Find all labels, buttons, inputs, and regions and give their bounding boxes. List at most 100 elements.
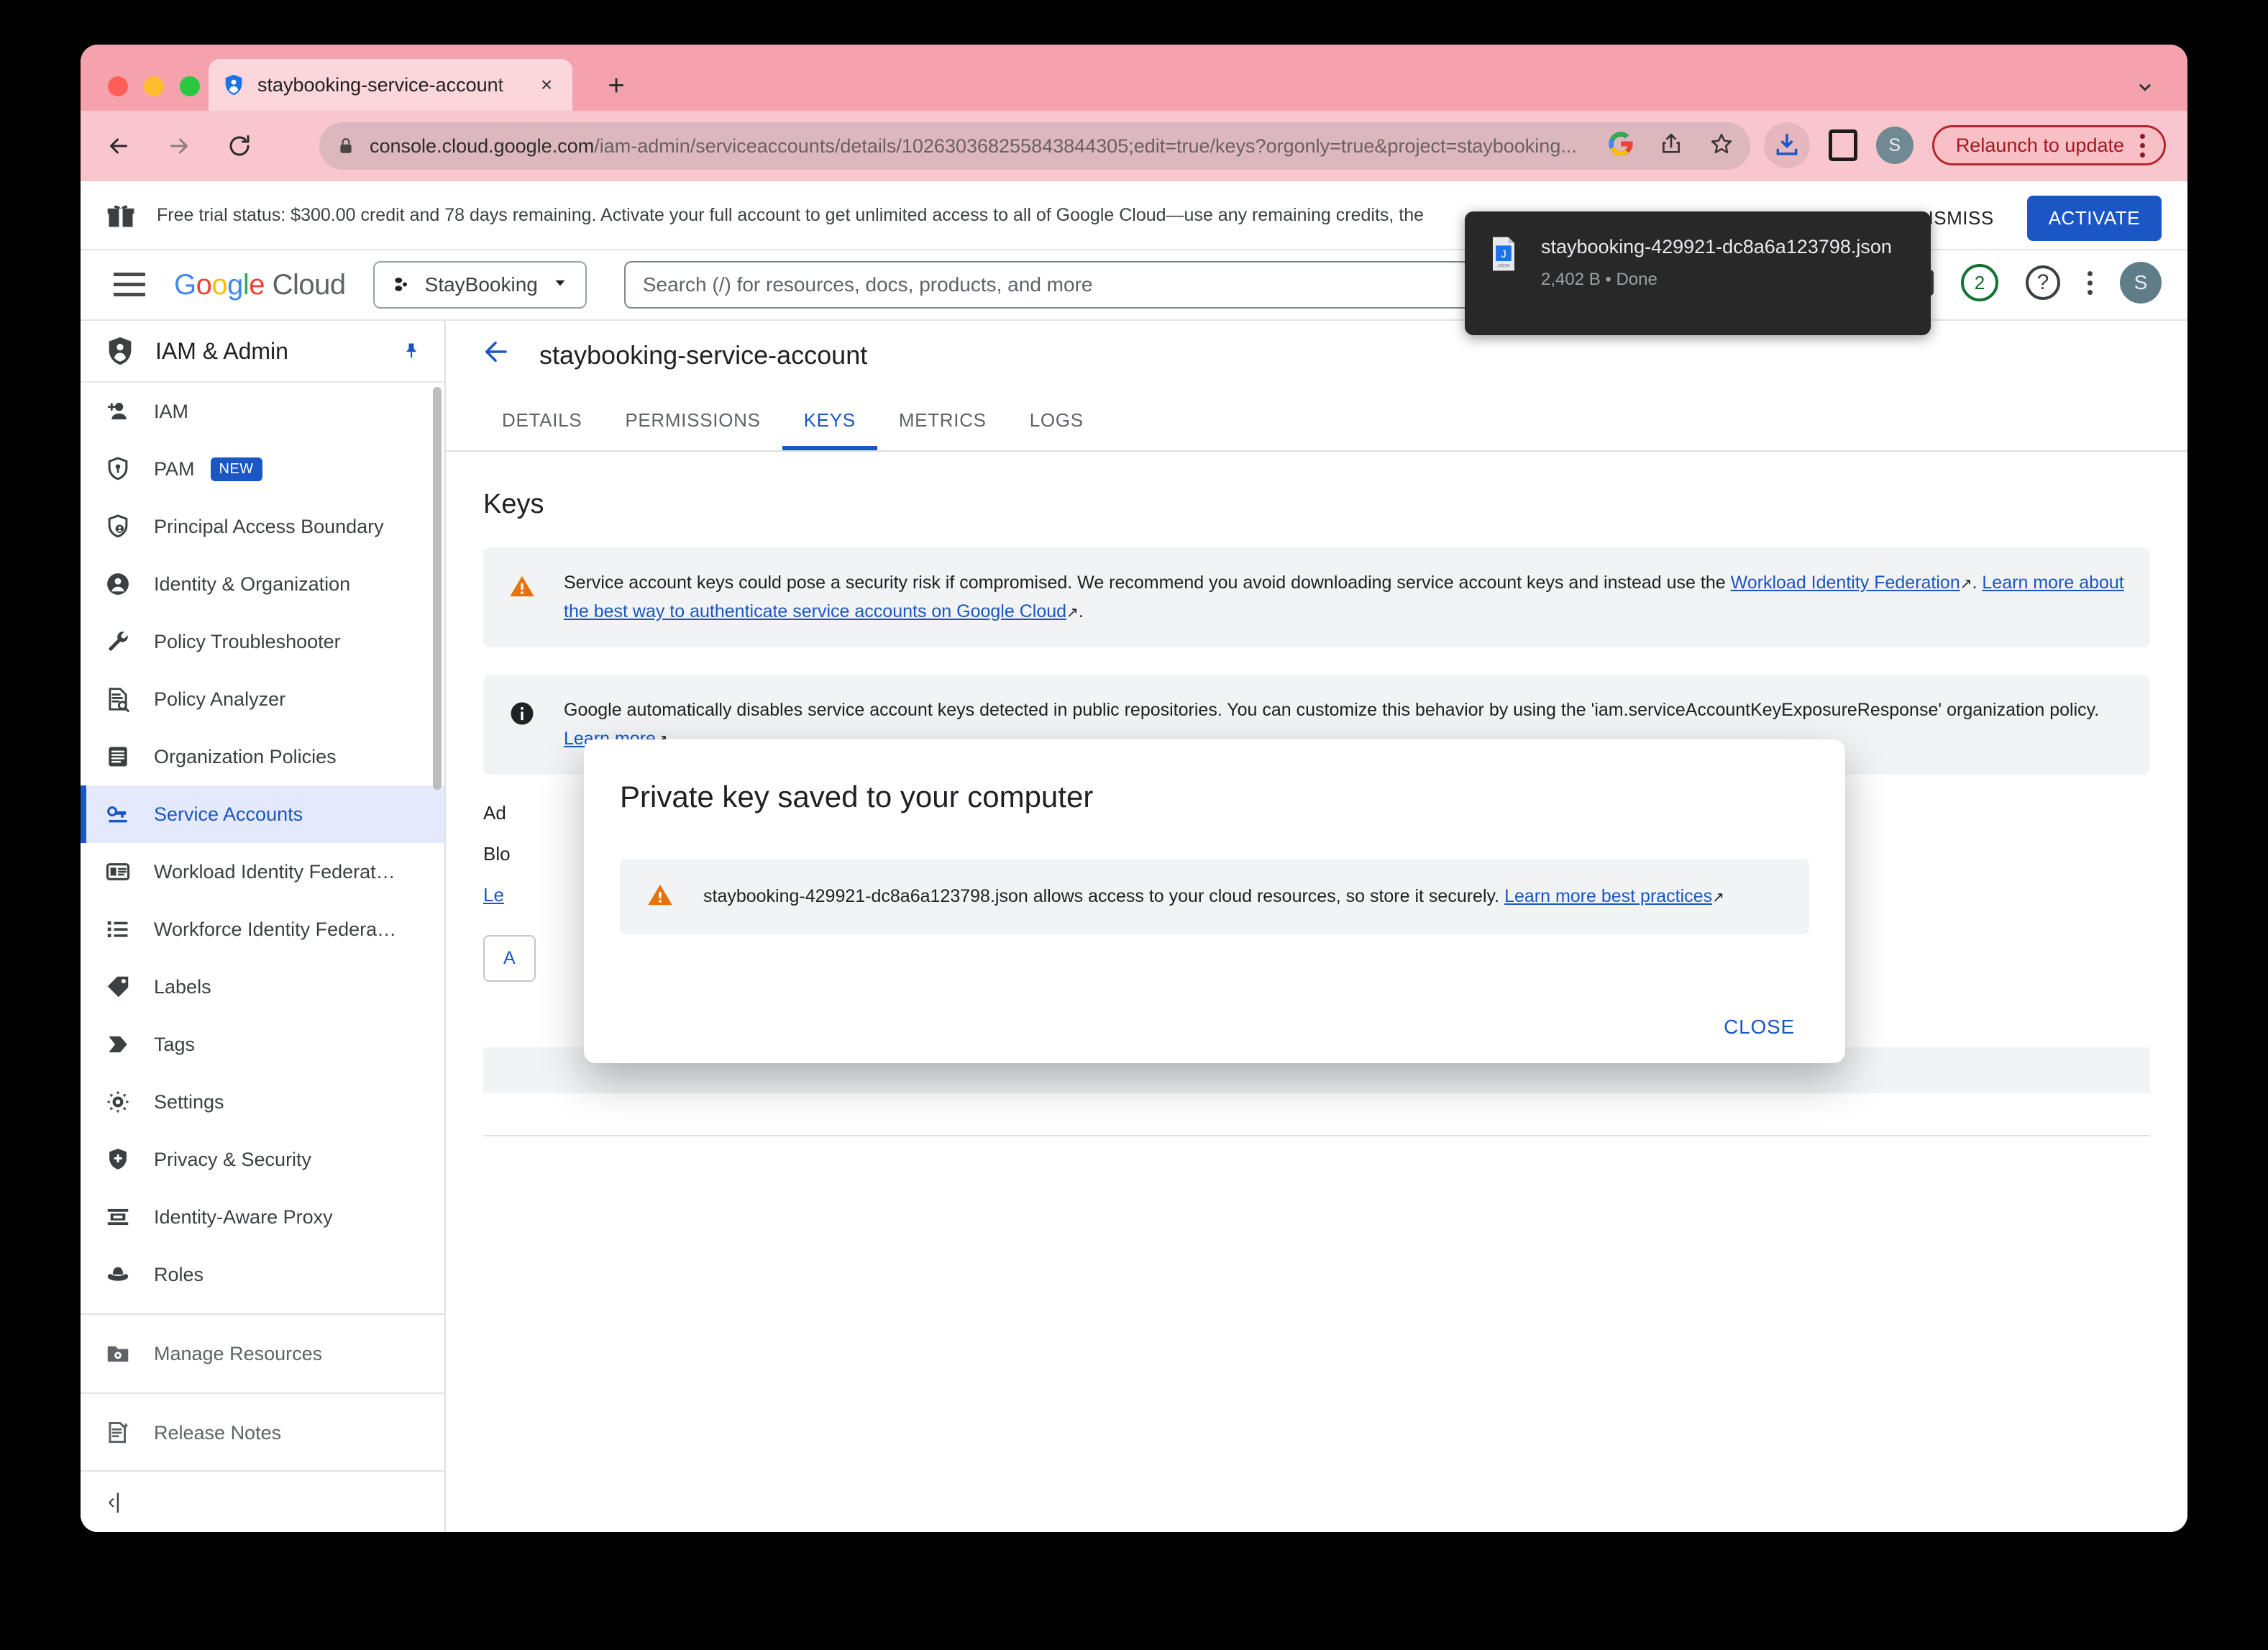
- reload-button[interactable]: [217, 124, 262, 168]
- sidebar-item-label: Organization Policies: [154, 745, 337, 767]
- shield-plus-icon: [104, 1145, 132, 1174]
- window-traffic-lights: [108, 76, 200, 96]
- tab-label: PERMISSIONS: [625, 409, 761, 431]
- back-button[interactable]: [96, 124, 141, 168]
- close-button[interactable]: CLOSE: [1709, 1004, 1809, 1049]
- collapse-sidebar-icon[interactable]: ‹|: [108, 1490, 121, 1514]
- tab-details[interactable]: DETAILS: [480, 390, 603, 450]
- sidebar-item-label: Privacy & Security: [154, 1148, 312, 1170]
- sidebar-item-service-accounts[interactable]: Service Accounts: [81, 785, 444, 843]
- activate-button[interactable]: ACTIVATE: [2026, 196, 2162, 241]
- sidebar-item-policy-troubleshooter[interactable]: Policy Troubleshooter: [81, 613, 444, 670]
- keys-heading: Keys: [483, 489, 544, 519]
- sidebar-item-manage-resources[interactable]: Manage Resources: [81, 1325, 444, 1382]
- gear-icon: [104, 1088, 132, 1116]
- address-bar-actions: [1605, 128, 1737, 160]
- sidebar-item-label: Roles: [154, 1263, 204, 1285]
- sidebar-scrollbar[interactable]: [433, 387, 442, 790]
- learn-more-best-practices-link[interactable]: Learn more best practices: [1504, 886, 1712, 906]
- browser-tab-strip: staybooking-service-account × +: [81, 45, 2187, 111]
- sidebar-item-tags[interactable]: Tags: [81, 1016, 444, 1073]
- share-icon[interactable]: [1655, 128, 1687, 160]
- close-window-button[interactable]: [108, 76, 128, 96]
- sidebar-item-identity-aware-proxy[interactable]: Identity-Aware Proxy: [81, 1188, 444, 1246]
- folder-gear-icon: [104, 1339, 132, 1368]
- back-arrow-icon[interactable]: [480, 337, 511, 374]
- warn-text-before: Service account keys could pose a securi…: [564, 573, 1731, 593]
- chevron-down-icon: [551, 273, 570, 297]
- help-icon[interactable]: ?: [2026, 265, 2060, 300]
- warn-text-middle: .: [1972, 573, 1983, 593]
- forward-button[interactable]: [157, 124, 201, 168]
- address-bar[interactable]: console.cloud.google.com/iam-admin/servi…: [319, 122, 1750, 170]
- release-notes-icon: [104, 1418, 132, 1447]
- search-placeholder: Search (/) for resources, docs, products…: [642, 273, 1093, 296]
- dialog-warning-before: staybooking-429921-dc8a6a123798.json all…: [703, 886, 1505, 906]
- more-options-icon[interactable]: [2088, 270, 2093, 295]
- sidebar-item-workforce-identity-federa[interactable]: Workforce Identity Federa…: [81, 901, 444, 958]
- dialog-warning-box: staybooking-429921-dc8a6a123798.json all…: [620, 859, 1809, 934]
- workload-identity-federation-link[interactable]: Workload Identity Federation: [1731, 573, 1960, 593]
- page-title: staybooking-service-account: [539, 340, 868, 370]
- sidebar-item-labels[interactable]: Labels: [81, 958, 444, 1016]
- google-cloud-header-actions: 2 ? S: [1903, 262, 2162, 304]
- tab-logs[interactable]: LOGS: [1008, 390, 1105, 450]
- notifications-badge[interactable]: 2: [1961, 264, 1998, 301]
- sidebar-item-iam[interactable]: IAM: [81, 383, 444, 440]
- relaunch-to-update-button[interactable]: Relaunch to update: [1931, 125, 2166, 165]
- sidebar-item-privacy-security[interactable]: Privacy & Security: [81, 1131, 444, 1188]
- sidebar-item-label: Tags: [154, 1033, 196, 1055]
- download-filename[interactable]: staybooking-429921-dc8a6a123798.json: [1541, 233, 1892, 261]
- add-key-button[interactable]: A: [483, 935, 536, 982]
- tab-permissions[interactable]: PERMISSIONS: [603, 390, 782, 450]
- tab-label: DETAILS: [502, 409, 582, 431]
- download-meta: 2,402 B • Done: [1541, 270, 1657, 290]
- sidebar-item-identity-organization[interactable]: Identity & Organization: [81, 555, 444, 613]
- close-tab-button[interactable]: ×: [534, 72, 559, 98]
- google-lens-icon[interactable]: [1605, 128, 1637, 160]
- sidebar-item-settings[interactable]: Settings: [81, 1073, 444, 1131]
- maximize-window-button[interactable]: [180, 76, 200, 96]
- browser-window: staybooking-service-account × + console.…: [81, 45, 2187, 1532]
- account-avatar[interactable]: S: [2120, 262, 2162, 304]
- tab-keys[interactable]: KEYS: [782, 390, 877, 450]
- content-tabs: DETAILS PERMISSIONS KEYS METRICS LOGS: [446, 390, 2187, 452]
- downloads-button[interactable]: [1763, 122, 1810, 168]
- project-name: StayBooking: [424, 273, 538, 296]
- chevron-down-icon[interactable]: [2134, 76, 2156, 104]
- sidebar-header: IAM & Admin: [81, 321, 444, 383]
- sidebar-item-pam[interactable]: PAM NEW: [81, 440, 444, 498]
- dialog-title: Private key saved to your computer: [620, 780, 1094, 813]
- new-tab-button[interactable]: +: [600, 69, 633, 102]
- tags-icon: [104, 1030, 132, 1059]
- security-warning-text: Service account keys could pose a securi…: [564, 569, 2126, 626]
- iam-shield-icon: [104, 334, 137, 368]
- tag-icon: [104, 972, 132, 1001]
- browser-profile-avatar[interactable]: S: [1875, 127, 1913, 164]
- sidebar-item-release-notes[interactable]: Release Notes: [81, 1404, 444, 1462]
- project-picker[interactable]: StayBooking: [372, 261, 587, 309]
- hamburger-menu-icon[interactable]: [114, 273, 145, 297]
- browser-toolbar: console.cloud.google.com/iam-admin/servi…: [81, 111, 2187, 181]
- chrome-menu-icon[interactable]: [2140, 133, 2145, 158]
- sidebar-item-principal-access-boundary[interactable]: Principal Access Boundary: [81, 498, 444, 555]
- sidebar-item-label: Service Accounts: [154, 803, 303, 825]
- relaunch-label: Relaunch to update: [1955, 134, 2124, 156]
- tab-metrics[interactable]: METRICS: [877, 390, 1008, 450]
- sidebar-item-roles[interactable]: Roles: [81, 1246, 444, 1303]
- browser-tab[interactable]: staybooking-service-account ×: [209, 59, 572, 111]
- bookmark-star-icon[interactable]: [1706, 128, 1737, 160]
- google-cloud-logo[interactable]: Google Cloud: [174, 269, 346, 301]
- minimize-window-button[interactable]: [144, 76, 164, 96]
- dialog-warning-text: staybooking-429921-dc8a6a123798.json all…: [703, 886, 1724, 907]
- key-icon: [104, 800, 132, 829]
- sidebar-item-workload-identity-federat[interactable]: Workload Identity Federat…: [81, 843, 444, 901]
- side-panel-icon[interactable]: [1828, 129, 1857, 161]
- sidebar-item-label: Identity-Aware Proxy: [154, 1205, 333, 1228]
- pin-icon[interactable]: [401, 339, 421, 363]
- person-icon: [104, 570, 132, 598]
- sidebar-item-policy-analyzer[interactable]: Policy Analyzer: [81, 670, 444, 728]
- sidebar-item-organization-policies[interactable]: Organization Policies: [81, 728, 444, 785]
- id-card-icon: [104, 857, 132, 886]
- sidebar-item-label: Policy Analyzer: [154, 688, 286, 710]
